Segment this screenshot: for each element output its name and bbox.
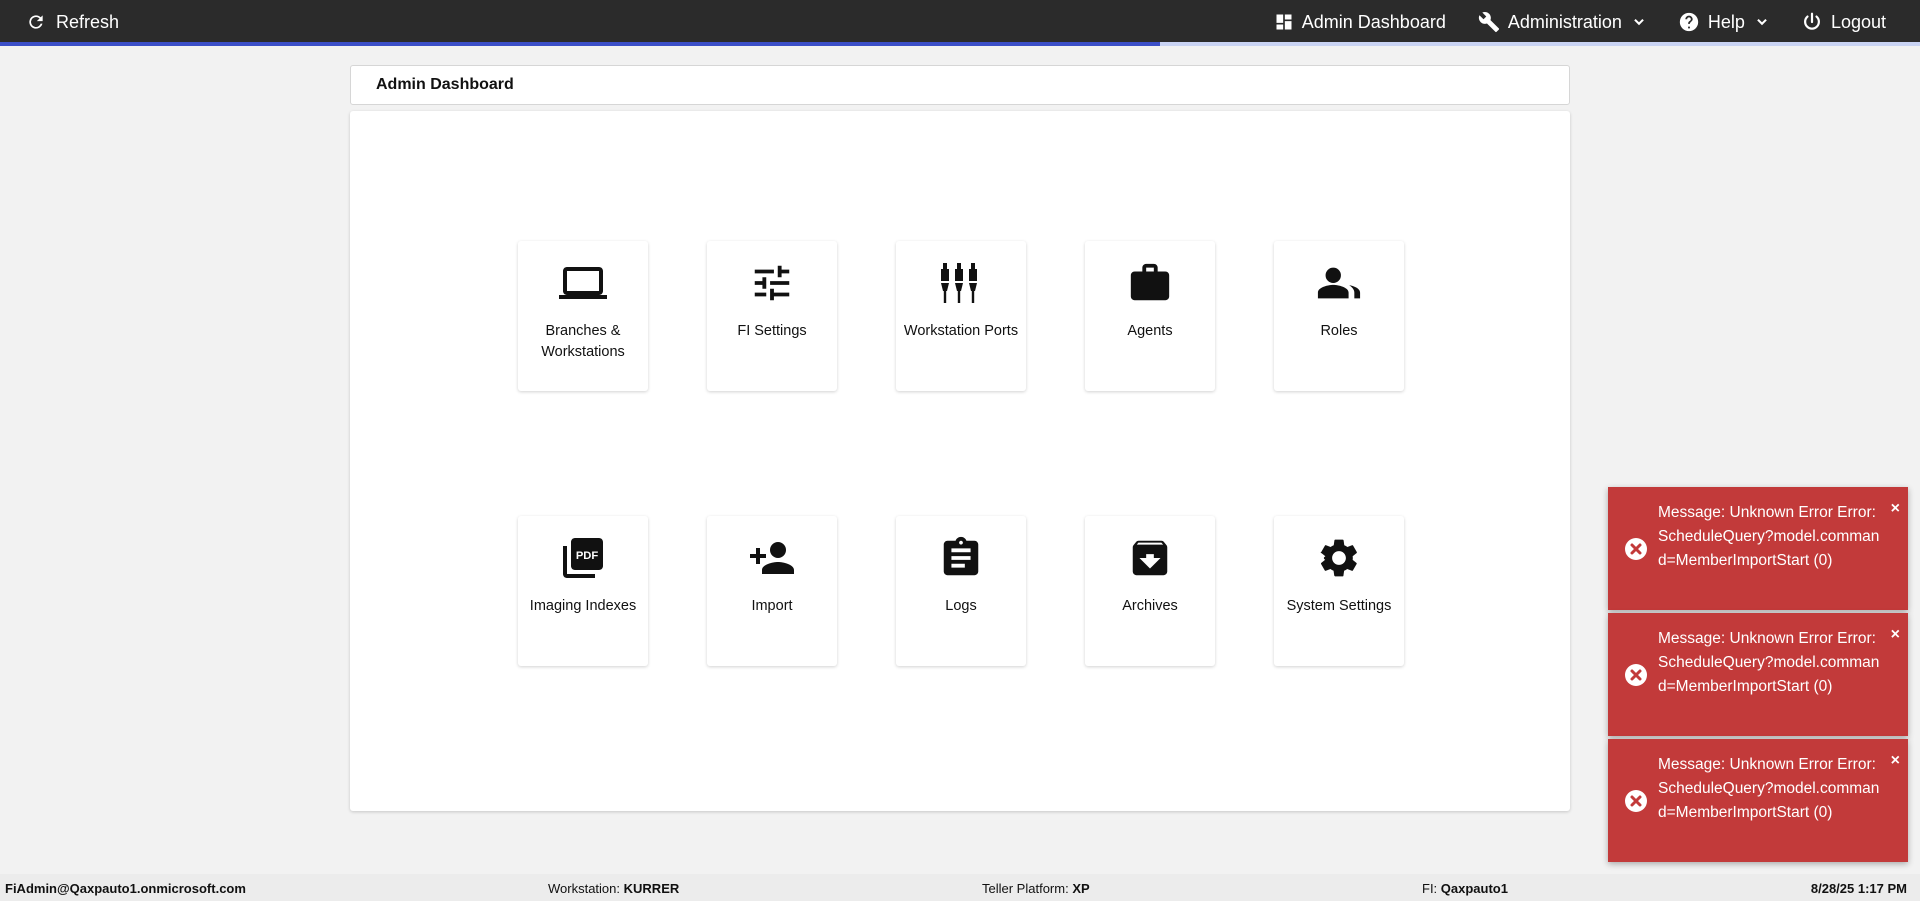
tile-label: Archives	[1122, 598, 1178, 614]
tile-label: Roles	[1320, 323, 1358, 339]
toast-close-button[interactable]: ×	[1891, 501, 1900, 517]
laptop-icon	[559, 267, 607, 299]
status-teller-platform: Teller Platform: XP	[982, 881, 1090, 896]
tile-label: Branches & Workstations	[541, 323, 625, 360]
tile-agents[interactable]: Agents	[1085, 241, 1215, 391]
error-icon	[1625, 790, 1647, 812]
nav-help-label: Help	[1707, 11, 1745, 32]
chevron-down-icon	[1634, 18, 1644, 26]
status-fi: FI: Qaxpauto1	[1422, 881, 1508, 896]
tile-import[interactable]: Import	[707, 516, 837, 666]
breadcrumb: Admin Dashboard	[350, 65, 1570, 105]
status-user: FiAdmin@Qaxpauto1.onmicrosoft.com	[5, 881, 246, 896]
error-toast: Message: Unknown Error Error: ScheduleQu…	[1608, 613, 1908, 736]
person-add-icon	[750, 542, 794, 574]
status-bar: FiAdmin@Qaxpauto1.onmicrosoft.com Workst…	[0, 874, 1920, 901]
nav-help[interactable]: Help	[1678, 11, 1769, 33]
refresh-label: Refresh	[56, 11, 120, 32]
toast-close-button[interactable]: ×	[1891, 627, 1900, 643]
status-datetime: 8/28/25 1:17 PM	[1810, 881, 1907, 896]
help-icon	[1679, 12, 1699, 32]
tile-imaging-indexes[interactable]: PDF Imaging Indexes	[518, 516, 648, 666]
tile-label: FI Settings	[737, 323, 807, 339]
briefcase-icon	[1130, 263, 1170, 301]
loading-progress-bar	[0, 42, 1160, 46]
sliders-icon	[754, 265, 790, 301]
tile-label: Imaging Indexes	[529, 598, 637, 614]
ports-icon	[941, 263, 977, 303]
loading-progress-track	[1160, 42, 1920, 46]
people-icon	[1317, 267, 1361, 299]
tile-fi-settings[interactable]: FI Settings	[707, 241, 837, 391]
tile-archives[interactable]: Archives	[1085, 516, 1215, 666]
tile-logs[interactable]: Logs	[896, 516, 1026, 666]
toast-close-button[interactable]: ×	[1891, 753, 1900, 769]
error-toast: Message: Unknown Error Error: ScheduleQu…	[1608, 739, 1908, 862]
nav-logout-label: Logout	[1830, 11, 1886, 32]
page-title: Admin Dashboard	[376, 76, 514, 93]
power-icon	[1803, 12, 1820, 30]
svg-text:PDF: PDF	[576, 550, 599, 562]
error-icon	[1625, 538, 1647, 560]
tile-roles[interactable]: Roles	[1274, 241, 1404, 391]
tile-branches-workstations[interactable]: Branches & Workstations	[518, 241, 648, 391]
refresh-icon	[29, 15, 43, 29]
tile-system-settings[interactable]: System Settings	[1274, 516, 1404, 666]
archive-icon	[1132, 540, 1168, 576]
wrench-icon	[1478, 12, 1499, 33]
dashboard-icon	[1276, 14, 1292, 30]
toast-message: Message: Unknown Error Error: ScheduleQu…	[1658, 630, 1880, 695]
status-workstation: Workstation: KURRER	[548, 881, 680, 896]
nav-administration-label: Administration	[1507, 11, 1622, 32]
pdf-icon: PDF	[563, 538, 603, 578]
tile-label: Logs	[945, 598, 977, 614]
tile-label: System Settings	[1286, 598, 1392, 614]
gear-icon	[1320, 539, 1357, 577]
toast-message: Message: Unknown Error Error: ScheduleQu…	[1658, 504, 1880, 569]
tile-label: Agents	[1127, 323, 1173, 339]
nav-admin-dashboard-label: Admin Dashboard	[1301, 11, 1446, 32]
nav-administration[interactable]: Administration	[1478, 11, 1646, 33]
tile-label: Import	[751, 598, 793, 614]
tile-workstation-ports[interactable]: Workstation Ports	[896, 241, 1026, 391]
clipboard-icon	[943, 536, 979, 576]
toast-message: Message: Unknown Error Error: ScheduleQu…	[1658, 756, 1880, 821]
refresh-button[interactable]: Refresh	[26, 12, 119, 33]
nav-logout[interactable]: Logout	[1801, 11, 1886, 33]
dashboard-panel: Branches & Workstations FI Settings Work…	[350, 111, 1570, 811]
error-toast: Message: Unknown Error Error: ScheduleQu…	[1608, 487, 1908, 610]
tile-label: Workstation Ports	[903, 323, 1019, 339]
nav-admin-dashboard[interactable]: Admin Dashboard	[1274, 12, 1446, 33]
top-bar: Refresh Admin Dashboard Administration H…	[0, 0, 1920, 46]
chevron-down-icon	[1757, 18, 1767, 26]
error-icon	[1625, 664, 1647, 686]
